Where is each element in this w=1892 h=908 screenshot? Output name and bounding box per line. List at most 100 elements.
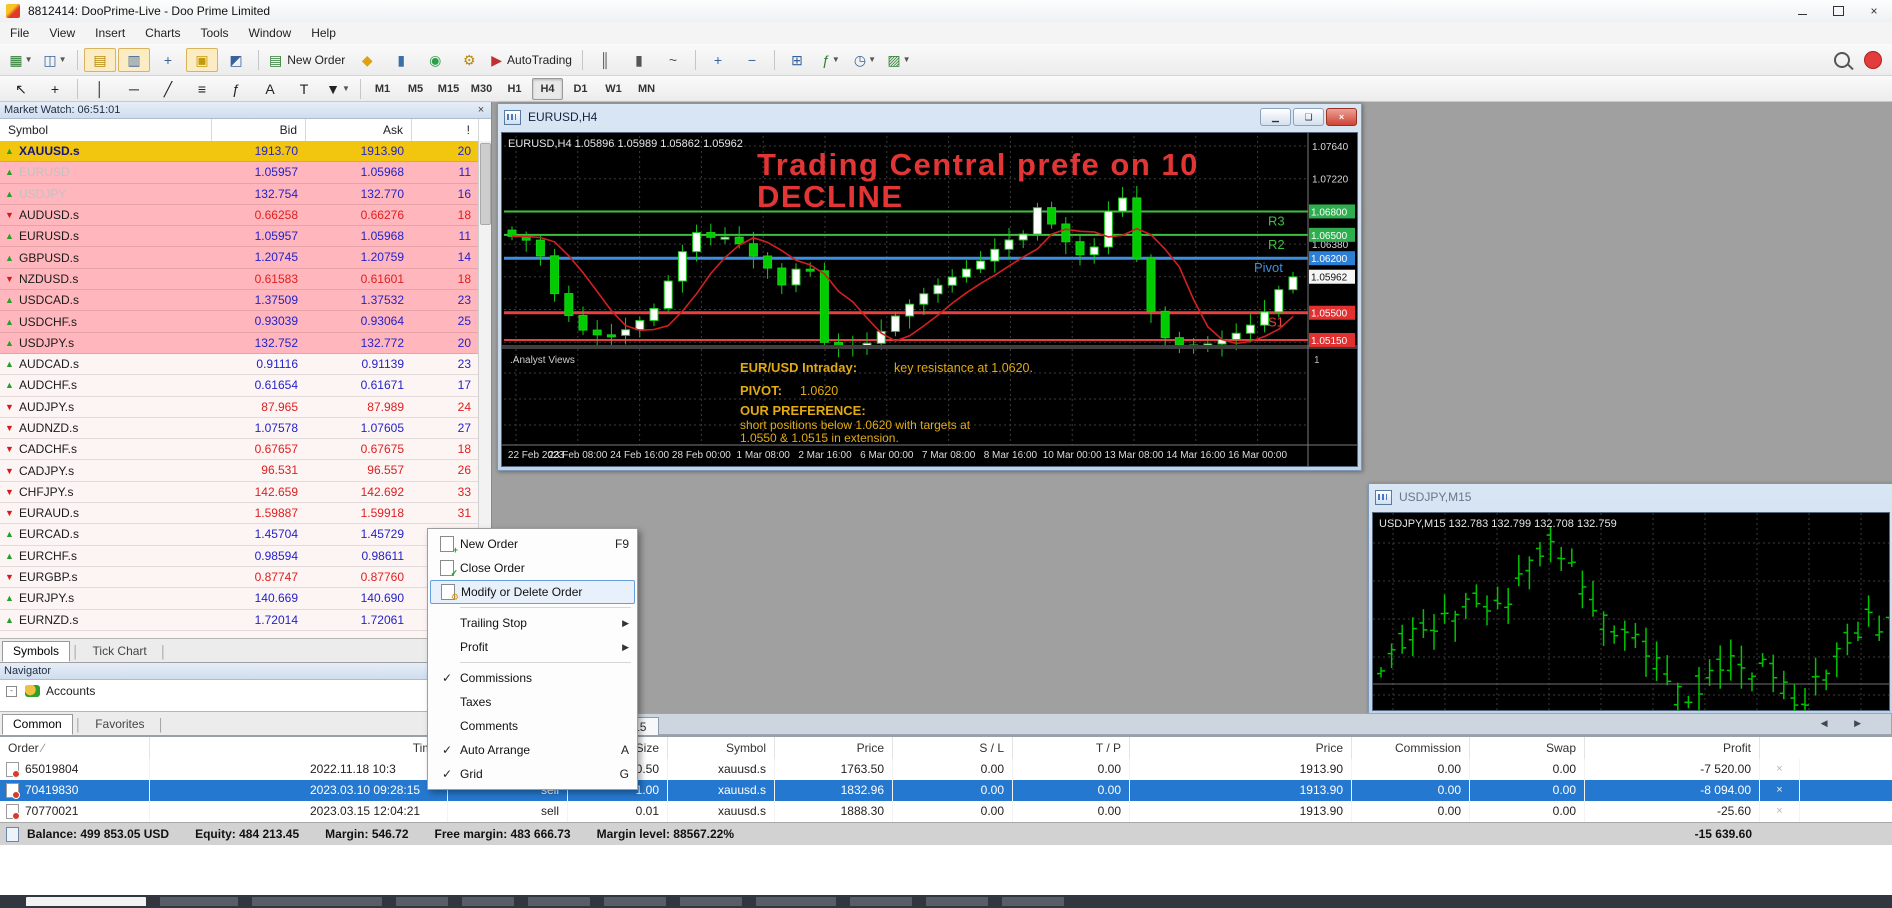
- candlestick-button[interactable]: ▮: [623, 48, 655, 72]
- orders-column-swap[interactable]: Swap: [1470, 737, 1585, 759]
- metaeditor-button[interactable]: ◆: [351, 48, 383, 72]
- zoom-out-button[interactable]: −: [736, 48, 768, 72]
- market-watch-row[interactable]: ▲USDJPY.s132.752132.77220: [0, 333, 479, 354]
- market-watch-row[interactable]: ▼CADCHF.s0.676570.6767518: [0, 439, 479, 460]
- market-watch-row[interactable]: ▼EURAUD.s1.598871.5991831: [0, 503, 479, 524]
- market-watch-row[interactable]: ▲USDCAD.s1.375091.3753223: [0, 290, 479, 311]
- chart-close-button[interactable]: ×: [1326, 108, 1357, 126]
- order-row[interactable]: 704198302023.03.10 09:28:15sell1.00xauus…: [0, 780, 1892, 802]
- publisher-button[interactable]: ▮: [385, 48, 417, 72]
- new-order-button[interactable]: ▤New Order: [265, 48, 349, 72]
- timeframe-m5[interactable]: M5: [400, 78, 431, 100]
- trendline-tool[interactable]: ╱: [152, 77, 184, 101]
- data-window-button[interactable]: ▥: [118, 48, 150, 72]
- menu-item-auto-arrange[interactable]: ✓Auto ArrangeA: [430, 738, 635, 762]
- terminal-tab-stub[interactable]: [252, 897, 382, 906]
- market-watch-row[interactable]: ▲AUDCAD.s0.911160.9113923: [0, 354, 479, 375]
- signals-button[interactable]: ◉: [419, 48, 451, 72]
- order-row[interactable]: 650198042022.11.18 10:30.50xauusd.s1763.…: [0, 759, 1892, 781]
- profiles-button[interactable]: ◫▼: [39, 48, 71, 72]
- timeframe-h4[interactable]: H4: [532, 78, 563, 100]
- menu-item-commissions[interactable]: ✓Commissions: [430, 666, 635, 690]
- navigator-accounts-node[interactable]: - Accounts: [0, 680, 491, 698]
- orders-column-price[interactable]: Price: [775, 737, 893, 759]
- orders-column-price[interactable]: Price: [1130, 737, 1352, 759]
- tab-tick-chart[interactable]: Tick Chart: [82, 641, 158, 662]
- market-watch-row[interactable]: ▼AUDNZD.s1.075781.0760527: [0, 418, 479, 439]
- terminal-tab-stub[interactable]: [604, 897, 666, 906]
- orders-column-time[interactable]: Time: [150, 737, 448, 759]
- menu-item-window[interactable]: Window: [239, 23, 302, 43]
- timeframe-h1[interactable]: H1: [499, 78, 530, 100]
- column-header-bid[interactable]: Bid: [212, 119, 306, 141]
- market-watch-row[interactable]: ▲EURUSD1.059571.0596811: [0, 162, 479, 183]
- options-button[interactable]: ⚙: [453, 48, 485, 72]
- orders-column-order[interactable]: Order ∕: [0, 737, 150, 759]
- market-watch-row[interactable]: ▲EURCHF.s0.985940.98611: [0, 546, 479, 567]
- menu-item-file[interactable]: File: [0, 23, 39, 43]
- terminal-tab-stub[interactable]: [462, 897, 514, 906]
- market-watch-row[interactable]: ▲AUDCHF.s0.616540.6167117: [0, 375, 479, 396]
- column-header-ask[interactable]: Ask: [306, 119, 412, 141]
- terminal-tab-stub[interactable]: [926, 897, 988, 906]
- menu-item-trailing-stop[interactable]: Trailing Stop▶: [430, 611, 635, 635]
- menu-item-profit[interactable]: Profit▶: [430, 635, 635, 659]
- close-order-icon[interactable]: ×: [1760, 801, 1800, 822]
- strategy-tester-button[interactable]: ◩: [220, 48, 252, 72]
- window-titlebar[interactable]: 8812414: DooPrime-Live - Doo Prime Limit…: [0, 0, 1892, 23]
- close-button[interactable]: ×: [1856, 1, 1892, 21]
- menu-item-tools[interactable]: Tools: [191, 23, 239, 43]
- menu-item-new-order[interactable]: +New OrderF9: [430, 532, 635, 556]
- market-watch-row[interactable]: ▼AUDUSD.s0.662580.6627618: [0, 205, 479, 226]
- tree-expand-icon[interactable]: -: [6, 686, 17, 697]
- terminal-tab-stub[interactable]: [680, 897, 742, 906]
- text-tool[interactable]: A: [254, 77, 286, 101]
- menu-item-modify-or-delete-order[interactable]: ⚙Modify or Delete Order: [430, 580, 635, 604]
- bar-chart-button[interactable]: ║: [589, 48, 621, 72]
- periods-button[interactable]: ◷▼: [849, 48, 881, 72]
- terminal-tab-stub[interactable]: [160, 897, 238, 906]
- templates-button[interactable]: ▨▼: [883, 48, 915, 72]
- chart-minimize-button[interactable]: ▁: [1260, 108, 1291, 126]
- timeframe-m1[interactable]: M1: [367, 78, 398, 100]
- close-order-icon[interactable]: ×: [1760, 780, 1800, 801]
- market-watch-row[interactable]: ▲EURJPY.s140.669140.690: [0, 588, 479, 609]
- search-icon[interactable]: [1834, 52, 1850, 68]
- horizontal-line-tool[interactable]: ─: [118, 77, 150, 101]
- timeframe-m30[interactable]: M30: [466, 78, 497, 100]
- terminal-tab-stub[interactable]: [396, 897, 448, 906]
- usdjpy-chart-canvas[interactable]: USDJPY,M15 132.783 132.799 132.708 132.7…: [1372, 512, 1890, 711]
- tab-symbols[interactable]: Symbols: [2, 641, 70, 662]
- tile-windows-button[interactable]: ⊞: [781, 48, 813, 72]
- timeframe-w1[interactable]: W1: [598, 78, 629, 100]
- arrows-tool[interactable]: ▼▼: [322, 77, 354, 101]
- market-watch-row[interactable]: ▲EURUSD.s1.059571.0596811: [0, 226, 479, 247]
- menu-item-comments[interactable]: Comments: [430, 714, 635, 738]
- market-watch-row[interactable]: ▼CADJPY.s96.53196.55726: [0, 460, 479, 481]
- market-watch-row[interactable]: ▼AUDJPY.s87.96587.98924: [0, 397, 479, 418]
- terminal-tab-stub[interactable]: [756, 897, 836, 906]
- orders-column-tp[interactable]: T / P: [1013, 737, 1130, 759]
- menu-item-close-order[interactable]: ✓Close Order: [430, 556, 635, 580]
- menu-item-taxes[interactable]: Taxes: [430, 690, 635, 714]
- terminal-button[interactable]: ▣: [186, 48, 218, 72]
- eurusd-window-titlebar[interactable]: EURUSD,H4 ▁ ❏ ×: [498, 104, 1361, 130]
- chart-restore-button[interactable]: ❏: [1293, 108, 1324, 126]
- fibonacci-tool[interactable]: ƒ: [220, 77, 252, 101]
- market-watch-row[interactable]: ▼EURGBP.s0.877470.87760: [0, 567, 479, 588]
- orders-column-symbol[interactable]: Symbol: [668, 737, 775, 759]
- terminal-tab-stub[interactable]: [26, 897, 146, 906]
- terminal-tab-stub[interactable]: [528, 897, 590, 906]
- window-scroll-arrows[interactable]: ◀ ▶: [1821, 718, 1873, 729]
- market-watch-row[interactable]: ▲GBPUSD.s1.207451.2075914: [0, 247, 479, 268]
- close-order-icon[interactable]: ×: [1760, 759, 1800, 780]
- market-watch-close-icon[interactable]: ×: [474, 103, 488, 117]
- timeframe-m15[interactable]: M15: [433, 78, 464, 100]
- market-watch-row[interactable]: ▼CHFJPY.s142.659142.69233: [0, 482, 479, 503]
- market-watch-row[interactable]: ▲USDJPY132.754132.77016: [0, 184, 479, 205]
- menu-item-help[interactable]: Help: [301, 23, 346, 43]
- line-chart-button[interactable]: ~: [657, 48, 689, 72]
- column-header-spread[interactable]: !: [412, 119, 479, 141]
- text-label-tool[interactable]: T: [288, 77, 320, 101]
- market-watch-row[interactable]: ▼NZDUSD.s0.615830.6160118: [0, 269, 479, 290]
